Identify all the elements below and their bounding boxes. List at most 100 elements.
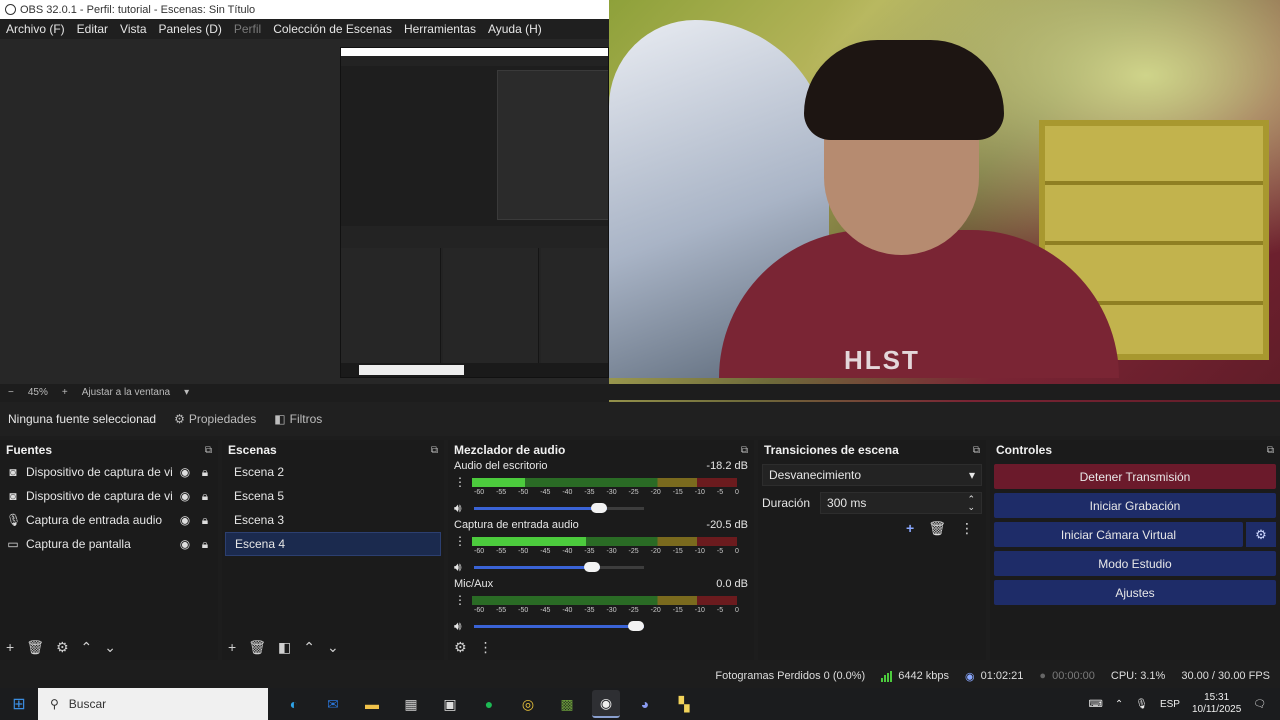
lock-icon[interactable]: 🔒︎: [198, 489, 212, 504]
store-icon[interactable]: ▣: [436, 690, 464, 718]
meter-row: ⋮: [454, 593, 748, 607]
spin-arrows-icon[interactable]: ⌃ ⌄: [967, 495, 975, 512]
properties-button[interactable]: ⚙ Propiedades: [174, 412, 256, 426]
eye-icon[interactable]: ◉: [178, 513, 192, 527]
scale-tick: -35: [584, 548, 595, 555]
language-indicator[interactable]: ESP: [1160, 699, 1180, 710]
channel-menu-icon[interactable]: ⋮: [454, 475, 466, 489]
minecraft-icon[interactable]: ▩: [553, 690, 581, 718]
scene-filters-button[interactable]: ◧: [278, 639, 291, 656]
menu-ayuda[interactable]: Ayuda (H): [488, 22, 542, 36]
eye-icon[interactable]: ◉: [178, 489, 192, 503]
scene-item[interactable]: Escena 2: [225, 460, 441, 484]
chevron-down-icon[interactable]: ▾: [184, 387, 189, 398]
capcut-icon[interactable]: ▚: [670, 690, 698, 718]
studio-mode-button[interactable]: Modo Estudio: [994, 551, 1276, 576]
windows-start-icon[interactable]: ⊞: [0, 688, 38, 720]
scene-item[interactable]: Escena 5: [225, 484, 441, 508]
lock-icon[interactable]: 🔒︎: [198, 513, 212, 528]
menu-vista[interactable]: Vista: [120, 22, 146, 36]
speaker-icon[interactable]: 🔊︎: [454, 619, 466, 634]
duration-field[interactable]: 300 ms ⌃ ⌄: [820, 492, 982, 514]
menu-archivo[interactable]: Archivo (F): [6, 22, 65, 36]
slider-knob[interactable]: [583, 561, 600, 572]
slider-knob[interactable]: [590, 502, 607, 513]
chevron-up-icon[interactable]: ⌃: [1115, 699, 1123, 710]
filters-button[interactable]: ◧ Filtros: [274, 412, 322, 426]
zoom-in-button[interactable]: +: [62, 387, 68, 398]
taskbar-search[interactable]: ⚲ Buscar: [38, 688, 268, 720]
source-item[interactable]: 🎙︎ Captura de entrada audio ◉ 🔒︎: [0, 508, 218, 532]
scenes-toolbar: + 🗑︎ ◧ ⌃ ⌄: [222, 634, 444, 660]
source-item[interactable]: ▭ Captura de pantalla ◉ 🔒︎: [0, 532, 218, 556]
discord-icon[interactable]: ◕: [631, 690, 659, 718]
scale-tick: -50: [518, 489, 529, 496]
edge-icon[interactable]: ◐: [280, 690, 308, 718]
eye-icon[interactable]: ◉: [178, 537, 192, 551]
fit-window-dropdown[interactable]: Ajustar a la ventana: [82, 387, 170, 398]
scene-item-active[interactable]: Escena 4: [225, 532, 441, 556]
zoom-out-button[interactable]: −: [8, 387, 14, 398]
add-source-button[interactable]: +: [6, 639, 14, 655]
lock-icon[interactable]: 🔒︎: [198, 465, 212, 480]
remove-scene-button[interactable]: 🗑︎: [248, 639, 266, 656]
slider-knob[interactable]: [628, 620, 644, 631]
outlook-icon[interactable]: ✉: [319, 690, 347, 718]
microphone-icon[interactable]: 🎙︎: [1135, 699, 1148, 710]
channel-menu-icon[interactable]: ⋮: [454, 534, 466, 548]
transition-menu-icon[interactable]: ⋮: [960, 520, 974, 537]
move-up-button[interactable]: ⌃: [81, 639, 93, 656]
obs-icon[interactable]: ◉: [592, 690, 620, 718]
channel-menu-icon[interactable]: ⋮: [454, 593, 466, 607]
clock[interactable]: 15:31 10/11/2025: [1192, 692, 1241, 716]
source-item[interactable]: ◙ Dispositivo de captura de vide ◉ 🔒︎: [0, 484, 218, 508]
start-recording-button[interactable]: Iniciar Grabación: [994, 493, 1276, 518]
add-transition-button[interactable]: +: [906, 520, 914, 537]
notifications-icon[interactable]: 🗨︎: [1253, 699, 1266, 710]
menu-herramientas[interactable]: Herramientas: [404, 22, 476, 36]
speaker-icon[interactable]: 🔊︎: [454, 560, 466, 575]
camera-icon: ◙: [9, 465, 17, 479]
move-up-button[interactable]: ⌃: [303, 639, 315, 656]
undock-icon[interactable]: ⧉: [1267, 445, 1274, 456]
taskbar-apps: ◐ ✉ ▬ ▦ ▣ ● ◎ ▩ ◉ ◕ ▚: [280, 690, 698, 718]
source-item[interactable]: ◙ Dispositivo de captura de vide ◉ 🔒︎: [0, 460, 218, 484]
file-explorer-icon[interactable]: ▬: [358, 690, 386, 718]
menu-paneles[interactable]: Paneles (D): [159, 22, 222, 36]
volume-slider[interactable]: [474, 561, 644, 572]
keyboard-icon[interactable]: ⌨: [1088, 699, 1102, 710]
add-scene-button[interactable]: +: [228, 639, 236, 655]
undock-icon[interactable]: ⧉: [431, 445, 438, 456]
meter-scale: -60 -55 -50 -45 -40 -35 -30 -25 -20 -15 -10 -5 0: [474, 548, 739, 557]
menu-editar[interactable]: Editar: [77, 22, 108, 36]
obs-logo-icon: [5, 4, 16, 15]
source-properties-button[interactable]: ⚙: [56, 639, 69, 656]
remove-source-button[interactable]: 🗑︎: [26, 639, 44, 656]
speaker-icon[interactable]: 🔊︎: [454, 501, 466, 516]
chrome-icon[interactable]: ◎: [514, 690, 542, 718]
move-down-button[interactable]: ⌄: [104, 639, 116, 656]
transition-select[interactable]: Desvanecimiento ▾: [762, 464, 982, 486]
remove-transition-button[interactable]: 🗑︎: [928, 520, 946, 537]
volume-slider[interactable]: [474, 502, 644, 513]
preview-canvas[interactable]: HLST: [0, 0, 1280, 417]
meter-level: [472, 477, 525, 487]
undock-icon[interactable]: ⧉: [973, 445, 980, 456]
stop-streaming-button[interactable]: Detener Transmisión: [994, 464, 1276, 489]
calculator-icon[interactable]: ▦: [397, 690, 425, 718]
menu-coleccion-escenas[interactable]: Colección de Escenas: [273, 22, 392, 36]
eye-icon[interactable]: ◉: [178, 465, 192, 479]
undock-icon[interactable]: ⧉: [741, 445, 748, 456]
virtual-camera-gear-icon[interactable]: ⚙: [1246, 522, 1276, 547]
undock-icon[interactable]: ⧉: [205, 445, 212, 456]
scene-item[interactable]: Escena 3: [225, 508, 441, 532]
advanced-audio-gear-icon[interactable]: ⚙: [454, 639, 467, 656]
mixer-menu-icon[interactable]: ⋮: [479, 639, 493, 656]
lock-icon[interactable]: 🔒︎: [198, 537, 212, 552]
menu-perfil[interactable]: Perfil: [234, 22, 261, 36]
spotify-icon[interactable]: ●: [475, 690, 503, 718]
start-virtual-camera-button[interactable]: Iniciar Cámara Virtual: [994, 522, 1243, 547]
settings-button[interactable]: Ajustes: [994, 580, 1276, 605]
move-down-button[interactable]: ⌄: [327, 639, 339, 656]
volume-slider[interactable]: [474, 620, 644, 631]
